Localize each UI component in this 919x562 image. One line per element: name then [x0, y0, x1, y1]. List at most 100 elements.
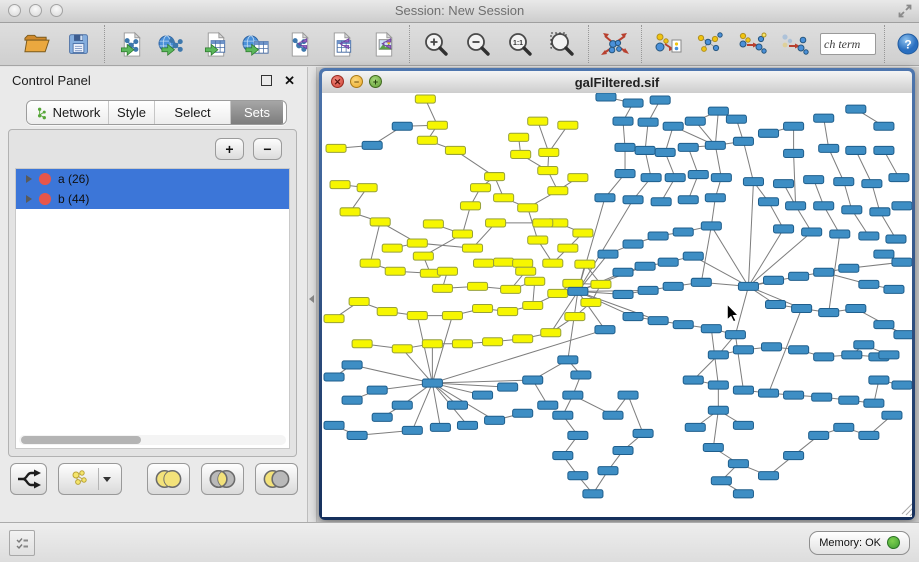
network-node-yellow[interactable]: [498, 308, 518, 316]
network-node-blue[interactable]: [733, 386, 753, 394]
network-node-blue[interactable]: [859, 431, 879, 439]
network-node-yellow[interactable]: [563, 279, 583, 287]
network-node-blue[interactable]: [596, 93, 616, 101]
set-list-item[interactable]: b (44): [16, 189, 289, 209]
network-node-blue[interactable]: [553, 452, 573, 460]
network-node-blue[interactable]: [615, 143, 635, 151]
network-node-blue[interactable]: [705, 194, 725, 202]
network-node-yellow[interactable]: [558, 121, 578, 129]
network-node-yellow[interactable]: [413, 252, 433, 260]
network-node-yellow[interactable]: [573, 229, 593, 237]
network-node-blue[interactable]: [774, 225, 794, 233]
network-node-blue[interactable]: [457, 421, 477, 429]
network-node-blue[interactable]: [685, 117, 705, 125]
network-node-blue[interactable]: [568, 472, 588, 480]
network-node-yellow[interactable]: [357, 184, 377, 192]
open-file-button[interactable]: [21, 29, 51, 59]
network-node-blue[interactable]: [784, 391, 804, 399]
network-node-blue[interactable]: [758, 472, 778, 480]
network-node-yellow[interactable]: [539, 148, 559, 156]
network-node-blue[interactable]: [892, 202, 912, 210]
network-node-blue[interactable]: [618, 391, 638, 399]
network-node-yellow[interactable]: [565, 313, 585, 321]
network-node-blue[interactable]: [819, 309, 839, 317]
network-node-blue[interactable]: [691, 278, 711, 286]
task-history-button[interactable]: [9, 530, 35, 556]
network-node-yellow[interactable]: [471, 184, 491, 192]
network-node-blue[interactable]: [392, 122, 412, 130]
network-node-blue[interactable]: [498, 383, 518, 391]
network-node-blue[interactable]: [655, 148, 675, 156]
split-sets-button[interactable]: [10, 463, 47, 495]
network-node-blue[interactable]: [786, 202, 806, 210]
network-node-yellow[interactable]: [525, 277, 545, 285]
network-node-blue[interactable]: [726, 115, 746, 123]
network-node-yellow[interactable]: [473, 304, 493, 312]
network-node-blue[interactable]: [758, 198, 778, 206]
network-node-blue[interactable]: [874, 146, 894, 154]
network-node-yellow[interactable]: [382, 244, 402, 252]
network-node-blue[interactable]: [324, 421, 344, 429]
network-node-blue[interactable]: [784, 149, 804, 157]
network-window-titlebar[interactable]: ✕ − + galFiltered.sif: [322, 71, 912, 94]
network-node-blue[interactable]: [802, 228, 822, 236]
network-node-blue[interactable]: [846, 146, 866, 154]
network-node-blue[interactable]: [635, 262, 655, 270]
tab-style[interactable]: Style: [109, 101, 155, 124]
network-node-yellow[interactable]: [543, 259, 563, 267]
network-node-blue[interactable]: [864, 399, 884, 407]
network-node-yellow[interactable]: [340, 208, 360, 216]
network-node-yellow[interactable]: [392, 345, 412, 353]
search-input[interactable]: [820, 33, 876, 55]
apply-layout-button[interactable]: [600, 29, 630, 59]
network-node-blue[interactable]: [615, 170, 635, 178]
network-node-blue[interactable]: [784, 122, 804, 130]
network-node-blue[interactable]: [613, 117, 633, 125]
network-node-blue[interactable]: [879, 351, 899, 359]
network-node-blue[interactable]: [641, 174, 661, 182]
network-node-yellow[interactable]: [501, 285, 521, 293]
network-node-blue[interactable]: [894, 331, 912, 339]
first-neighbors-button[interactable]: [695, 29, 725, 59]
network-node-yellow[interactable]: [518, 204, 538, 212]
network-node-yellow[interactable]: [538, 167, 558, 175]
close-network-button[interactable]: ✕: [331, 75, 344, 88]
network-node-yellow[interactable]: [483, 338, 503, 346]
network-node-blue[interactable]: [882, 411, 902, 419]
network-node-blue[interactable]: [708, 107, 728, 115]
network-node-blue[interactable]: [874, 321, 894, 329]
network-node-blue[interactable]: [701, 222, 721, 230]
new-network-from-selection-button[interactable]: [653, 29, 683, 59]
scrollbar-thumb[interactable]: [21, 436, 141, 444]
network-node-yellow[interactable]: [494, 258, 514, 266]
memory-status-badge[interactable]: Memory: OK: [809, 531, 910, 555]
network-node-blue[interactable]: [523, 376, 543, 384]
network-node-blue[interactable]: [842, 206, 862, 214]
network-node-yellow[interactable]: [528, 117, 548, 125]
network-node-blue[interactable]: [372, 413, 392, 421]
network-node-blue[interactable]: [613, 447, 633, 455]
network-node-blue[interactable]: [683, 252, 703, 260]
network-node-blue[interactable]: [842, 351, 862, 359]
network-node-yellow[interactable]: [568, 174, 588, 182]
network-node-blue[interactable]: [874, 250, 894, 258]
network-node-yellow[interactable]: [417, 136, 437, 144]
network-node-blue[interactable]: [892, 381, 912, 389]
float-panel-icon[interactable]: [261, 75, 272, 86]
zoom-out-button[interactable]: [463, 29, 493, 59]
network-node-blue[interactable]: [854, 341, 874, 349]
network-node-blue[interactable]: [473, 391, 493, 399]
network-node-blue[interactable]: [814, 114, 834, 122]
show-hide-selection-button[interactable]: [779, 29, 809, 59]
network-node-yellow[interactable]: [460, 202, 480, 210]
network-node-blue[interactable]: [663, 122, 683, 130]
export-network-button[interactable]: [284, 29, 314, 59]
network-node-blue[interactable]: [733, 137, 753, 145]
network-node-blue[interactable]: [422, 379, 442, 387]
network-node-blue[interactable]: [613, 268, 633, 276]
zoom-fit-button[interactable]: [547, 29, 577, 59]
network-node-yellow[interactable]: [523, 301, 543, 309]
network-node-blue[interactable]: [648, 317, 668, 325]
network-node-blue[interactable]: [367, 386, 387, 394]
network-node-blue[interactable]: [324, 373, 344, 381]
